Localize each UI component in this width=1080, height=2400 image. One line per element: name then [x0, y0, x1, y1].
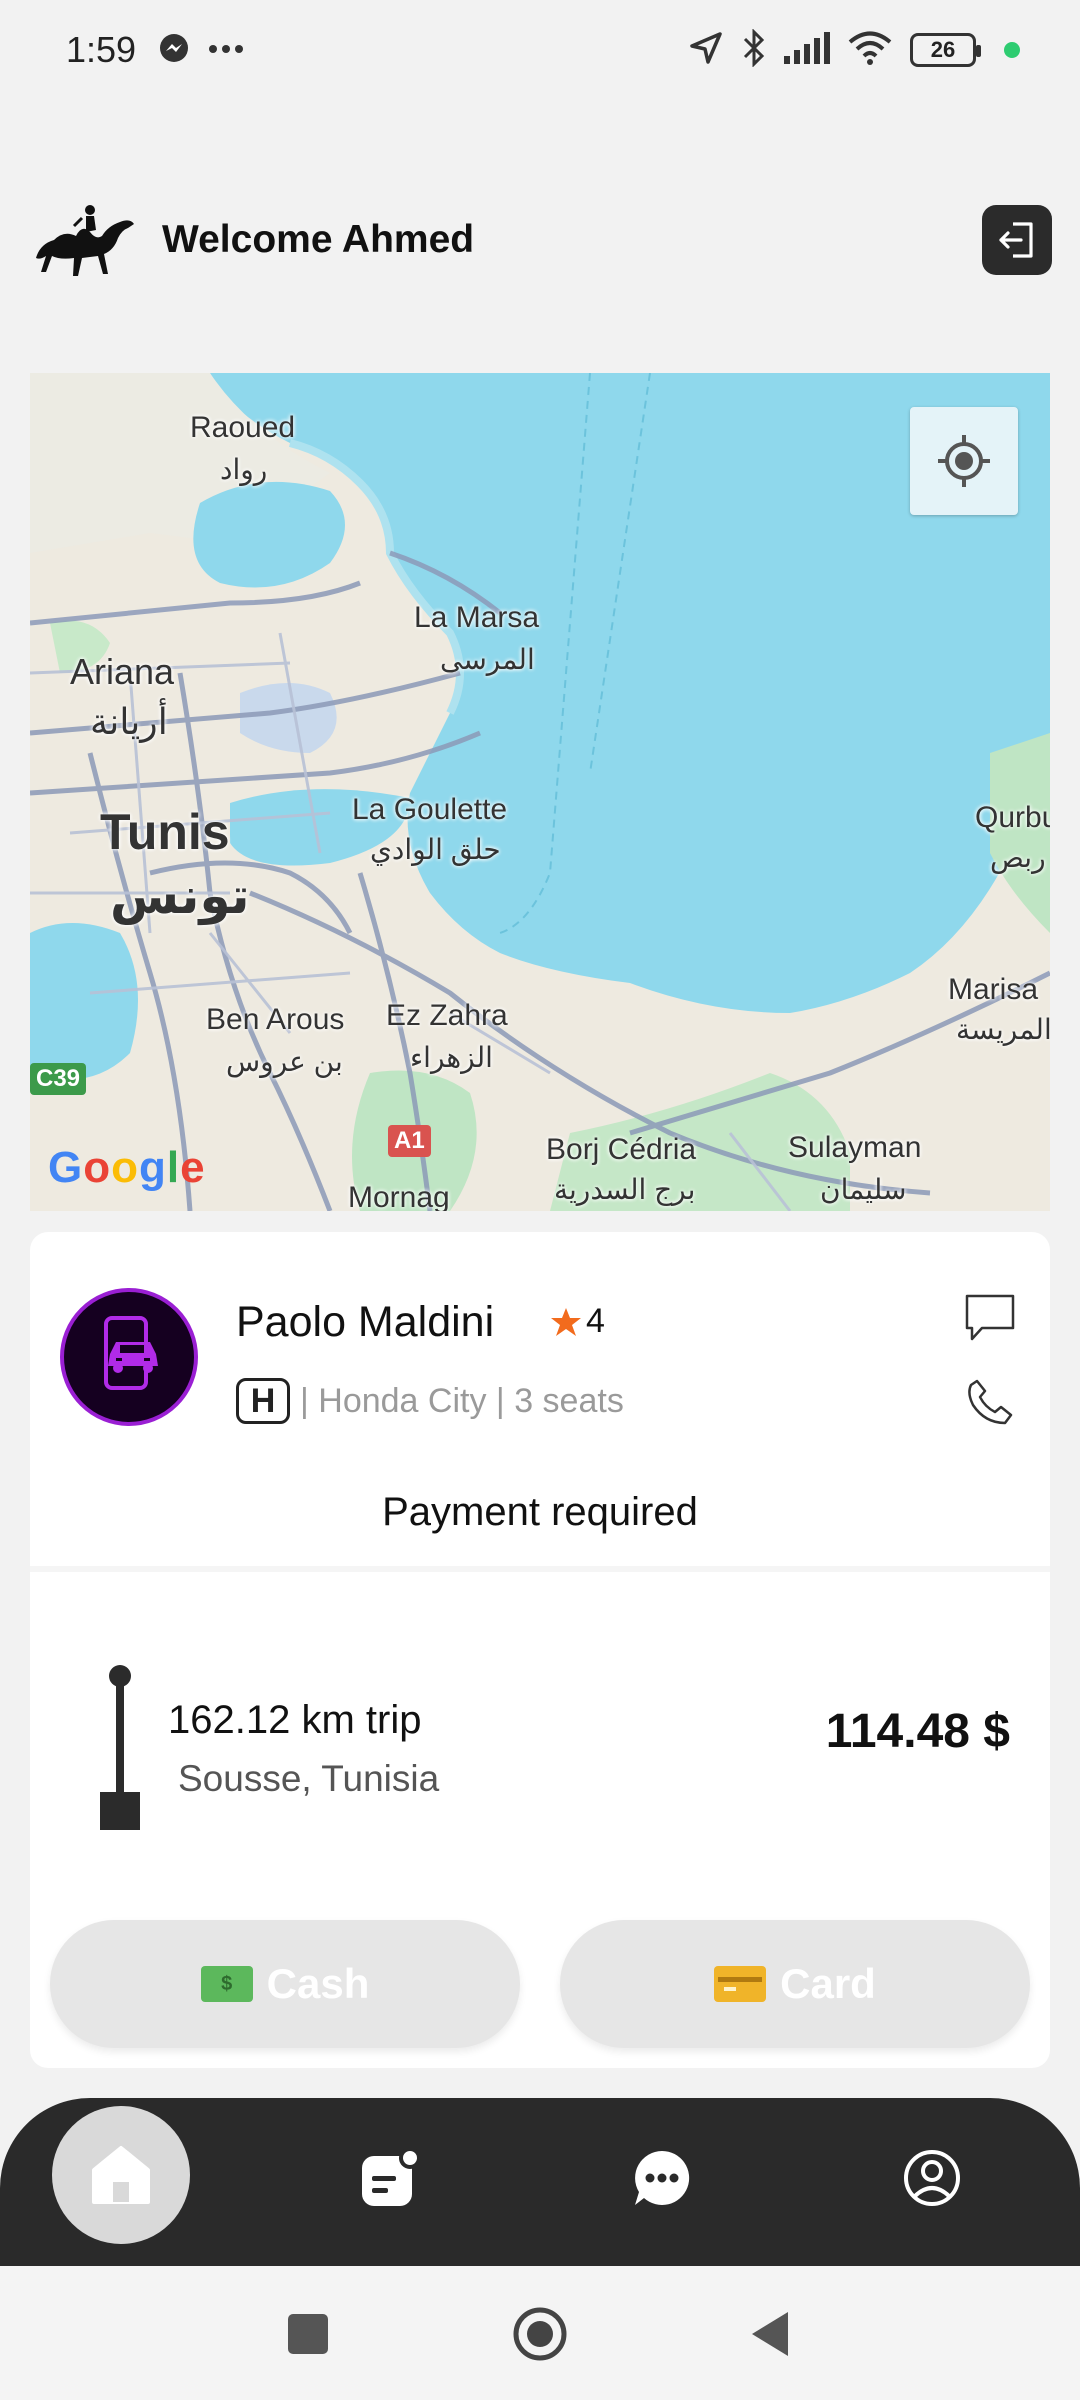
bottom-navigation	[0, 2098, 1080, 2266]
chat-bubble-icon	[965, 1294, 1015, 1341]
route-icon	[100, 1665, 140, 1830]
map-label-raoued-ar: رواد	[220, 454, 268, 485]
status-time: 1:59	[66, 29, 137, 70]
recent-apps-button[interactable]	[280, 2306, 336, 2362]
map-label-la-marsa-ar: المرسى	[440, 644, 535, 675]
driver-name: Paolo Maldini	[236, 1298, 495, 1346]
nav-chat-button[interactable]	[612, 2128, 712, 2228]
profile-icon	[904, 2150, 960, 2206]
map-label-tunis-ar: تونس	[110, 868, 250, 924]
more-dots-icon	[208, 41, 244, 59]
credit-card-icon	[714, 1966, 767, 2002]
back-button[interactable]	[742, 2306, 798, 2362]
back-triangle-icon	[752, 2312, 788, 2356]
trip-distance: 162.12 km trip	[168, 1698, 422, 1742]
google-logo: Google	[48, 1143, 206, 1192]
pay-card-button[interactable]: Card	[560, 1920, 1030, 2048]
privacy-indicator-dot	[1004, 42, 1020, 58]
cash-icon: $	[200, 1966, 253, 2002]
map-label-ez-zahra: Ez Zahra	[386, 999, 508, 1032]
trip-card: Paolo Maldini 4 H | Honda City | 3 seats…	[30, 1232, 1050, 2068]
pay-cash-button[interactable]: $ Cash	[50, 1920, 520, 2048]
logout-icon	[999, 222, 1033, 258]
map-label-marisa-ar: المريسة	[956, 1014, 1050, 1045]
payment-required-title: Payment required	[382, 1490, 698, 1534]
map-label-borj-cedria: Borj Cédria	[546, 1133, 697, 1166]
trip-destination: Sousse, Tunisia	[178, 1758, 440, 1799]
status-right-icons: 26	[688, 27, 1020, 72]
driver-info: Paolo Maldini 4 H | Honda City | 3 seats	[60, 1288, 1020, 1428]
cash-label: Cash	[266, 1960, 370, 2007]
card-label: Card	[780, 1960, 876, 2007]
messenger-icon	[158, 32, 190, 69]
my-location-button[interactable]	[910, 407, 1018, 515]
car-details: | Honda City | 3 seats	[300, 1381, 624, 1420]
app-header: Welcome Ahmed	[30, 195, 1052, 285]
road-shield-a1: A1	[388, 1125, 431, 1157]
trip-price: 114.48 $	[825, 1705, 1010, 1758]
chat-icon	[635, 2150, 690, 2205]
system-navigation-bar	[0, 2266, 1080, 2400]
map-label-ben-arous-ar: بن عروس	[226, 1046, 343, 1077]
map-label-ben-arous: Ben Arous	[206, 1003, 345, 1036]
map-label-ez-zahra-ar: الزهراء	[410, 1042, 493, 1073]
car-info: H | Honda City | 3 seats	[236, 1378, 624, 1424]
signal-icon	[784, 31, 830, 69]
home-system-button[interactable]	[512, 2306, 568, 2362]
map-label-sulayman-ar: سليمان	[820, 1174, 907, 1205]
logout-button[interactable]	[982, 205, 1052, 275]
welcome-title: Welcome Ahmed	[162, 218, 475, 261]
nav-profile-button[interactable]	[882, 2128, 982, 2228]
nav-home-button[interactable]	[52, 2106, 190, 2244]
map-label-ariana-ar: أريانة	[90, 701, 168, 742]
map-label-qurbus: Qurbu	[975, 801, 1050, 834]
map-label-tunis: Tunis	[100, 804, 230, 860]
map-label-qurbus-ar: ربص	[990, 842, 1046, 873]
driver-avatar	[60, 1288, 198, 1426]
divider	[30, 1566, 1050, 1572]
circle-home-icon	[513, 2307, 567, 2361]
battery-icon: 26	[910, 33, 981, 67]
road-shield-c39: C39	[30, 1063, 87, 1095]
square-icon	[288, 2314, 328, 2354]
home-icon	[92, 2146, 150, 2204]
trips-icon	[362, 2148, 420, 2206]
map-label-raoued: Raoued	[190, 411, 296, 444]
bluetooth-icon	[742, 27, 766, 72]
map-base	[30, 373, 1050, 1211]
status-bar: 1:59 26	[0, 0, 1080, 100]
star-icon	[551, 1307, 581, 1336]
crosshair-icon	[938, 435, 990, 487]
driver-rating: 4	[550, 1302, 605, 1341]
map-label-marisa: Marisa	[948, 973, 1039, 1006]
rating-value: 4	[586, 1302, 605, 1340]
map-label-borj-cedria-ar: برج السدرية	[554, 1174, 696, 1205]
map-view[interactable]: Raoued رواد La Marsa المرسى Ariana أريان…	[30, 373, 1050, 1211]
map-label-la-goulette-ar: حلق الوادي	[370, 834, 501, 865]
status-left-icons	[158, 32, 244, 69]
map-label-mornag: Mornag	[348, 1181, 450, 1211]
honda-logo-icon: H	[236, 1378, 290, 1424]
camel-logo-icon	[30, 200, 140, 280]
location-arrow-icon	[688, 30, 724, 71]
phone-car-icon	[104, 1316, 158, 1390]
phone-icon	[968, 1379, 1013, 1425]
message-driver-button[interactable]	[960, 1288, 1020, 1348]
nav-trips-button[interactable]	[340, 2128, 440, 2228]
wifi-icon	[848, 31, 892, 70]
map-label-la-goulette: La Goulette	[352, 793, 508, 826]
call-driver-button[interactable]	[960, 1372, 1020, 1432]
map-label-ariana: Ariana	[70, 651, 175, 692]
map-label-la-marsa: La Marsa	[414, 601, 540, 634]
map-label-sulayman: Sulayman	[788, 1131, 922, 1164]
